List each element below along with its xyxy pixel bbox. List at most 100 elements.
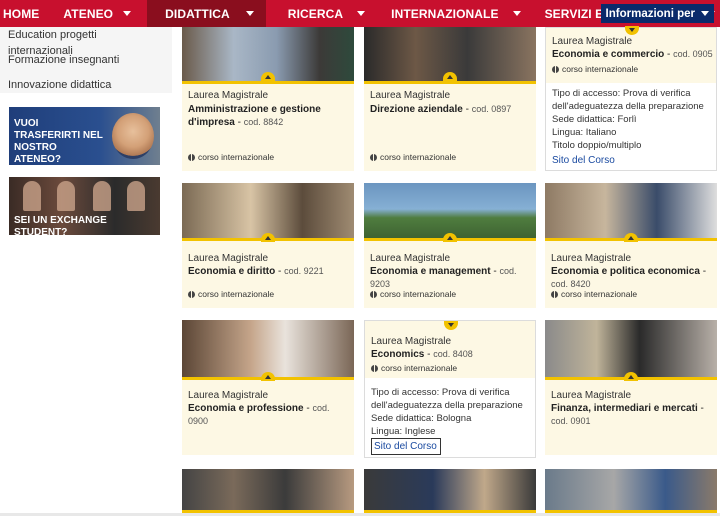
course-name: Amministrazione e gestione d'impresa - c…: [188, 104, 321, 128]
globe-icon: [370, 290, 377, 298]
course-name: Finanza, intermediari e mercati - cod. 0…: [551, 403, 704, 426]
chevron-down-icon: [245, 11, 254, 16]
course-title: Economics: [371, 349, 425, 360]
chevron-up-icon[interactable]: [624, 233, 638, 242]
international-badge: corso internazionale: [370, 152, 456, 162]
banner-trasferimento[interactable]: VUOI TRASFERIRTI NEL NOSTRO ATENEO?: [9, 107, 160, 165]
chevron-up-icon[interactable]: [261, 72, 275, 81]
course-photo: [182, 320, 354, 380]
globe-icon: [370, 153, 377, 161]
course-photo: [545, 320, 717, 380]
course-details: Tipo di accesso: Prova di verifica dell'…: [552, 87, 716, 152]
sito-del-corso-link[interactable]: Sito del Corso: [552, 155, 615, 166]
international-label: corso internazionale: [198, 152, 275, 162]
chevron-up-icon[interactable]: [261, 372, 275, 381]
course-code: cod. 0897: [471, 104, 512, 114]
course-name: Direzione aziendale - cod. 0897: [370, 104, 512, 115]
chevron-down-icon: [357, 11, 366, 16]
course-card[interactable]: Laurea Magistrale Economia e management …: [364, 183, 536, 308]
course-card[interactable]: Laurea Magistrale Direzione aziendale - …: [364, 27, 536, 171]
international-label: corso internazionale: [380, 152, 457, 162]
lingua: Lingua: Italiano: [552, 127, 617, 138]
course-card-expanded[interactable]: Laurea Magistrale Economics - cod. 8408 …: [364, 320, 536, 458]
sidebar-item-label: Formazione insegnanti: [8, 54, 120, 66]
sidebar: Education progetti internazionali Formaz…: [0, 27, 172, 238]
nav-didattica[interactable]: DIDATTICA: [147, 0, 266, 27]
course-card[interactable]: Laurea Magistrale Amministrazione e gest…: [182, 27, 354, 171]
course-name: Economia e professione - cod. 0900: [188, 403, 330, 426]
course-name: Economia e diritto - cod. 9221: [188, 266, 324, 277]
international-badge: corso internazionale: [370, 289, 456, 299]
banner-photo: [93, 181, 111, 211]
banner-trasferimento-text: VUOI TRASFERIRTI NEL NOSTRO ATENEO?: [14, 118, 103, 165]
sidebar-item-label: Innovazione didattica: [8, 79, 112, 91]
course-title: Finanza, intermediari e mercati: [551, 403, 698, 414]
course-code: cod. 0905: [673, 49, 713, 59]
international-label: corso internazionale: [381, 363, 458, 373]
course-card[interactable]: Laurea Magistrale Economia e politica ec…: [545, 183, 717, 308]
banner-exchange-text: SEI UN EXCHANGE STUDENT?: [14, 215, 107, 238]
banner-exchange[interactable]: SEI UN EXCHANGE STUDENT?: [9, 177, 160, 238]
nav-home[interactable]: HOME: [0, 0, 53, 27]
titolo: Titolo doppio/multiplo: [552, 140, 642, 151]
sito-del-corso-link[interactable]: Sito del Corso: [371, 438, 441, 455]
banner-photo: [112, 113, 154, 159]
chevron-up-icon[interactable]: [261, 233, 275, 242]
nav-ricerca[interactable]: RICERCA: [266, 0, 379, 27]
international-label: corso internazionale: [561, 289, 638, 299]
chevron-up-icon[interactable]: [443, 72, 457, 81]
international-badge: corso internazionale: [188, 152, 274, 162]
course-type: Laurea Magistrale: [552, 36, 633, 47]
course-type: Laurea Magistrale: [370, 253, 451, 264]
banner-photo: [23, 181, 41, 211]
course-photo: [364, 469, 536, 513]
course-name: Economia e commercio - cod. 0905: [552, 49, 713, 60]
international-label: corso internazionale: [198, 289, 275, 299]
banner-photo: [57, 181, 75, 211]
globe-icon: [551, 290, 558, 298]
course-type: Laurea Magistrale: [188, 390, 269, 401]
nav-didattica-label: DIDATTICA: [165, 6, 230, 21]
course-name: Economia e politica economica - cod. 842…: [551, 266, 707, 289]
banner-photo: [127, 181, 145, 211]
course-type: Laurea Magistrale: [371, 336, 452, 347]
course-type: Laurea Magistrale: [551, 253, 632, 264]
course-photo: [182, 469, 354, 513]
course-card-expanded[interactable]: Laurea Magistrale Economia e commercio -…: [545, 26, 717, 171]
course-card[interactable]: Laurea Magistrale Finanza, intermediari …: [545, 320, 717, 455]
nav-ateneo[interactable]: ATENEO: [53, 0, 147, 27]
course-title: Direzione aziendale: [370, 104, 463, 115]
course-code: cod. 8842: [243, 117, 284, 127]
sidebar-item-education[interactable]: Education progetti internazionali: [0, 27, 172, 57]
international-label: corso internazionale: [380, 289, 457, 299]
globe-icon: [552, 65, 559, 73]
chevron-down-icon: [123, 11, 132, 16]
course-title: Economia e commercio: [552, 49, 665, 60]
course-type: Laurea Magistrale: [188, 90, 269, 101]
course-code: cod. 9221: [284, 266, 324, 276]
course-title: Economia e professione: [188, 403, 304, 414]
chevron-up-icon[interactable]: [624, 372, 638, 381]
course-type: Laurea Magistrale: [370, 90, 451, 101]
main-nav: HOME ATENEO DIDATTICA RICERCA INTERNAZIO…: [0, 0, 720, 27]
course-code: cod. 0901: [551, 416, 591, 426]
course-name: Economics - cod. 8408: [371, 349, 473, 360]
chevron-up-icon[interactable]: [443, 233, 457, 242]
nav-home-label: HOME: [3, 6, 40, 21]
international-badge: corso internazionale: [188, 289, 274, 299]
chevron-down-icon: [701, 11, 709, 16]
course-type: Laurea Magistrale: [551, 390, 632, 401]
nav-internazionale-label: INTERNAZIONALE: [391, 6, 499, 21]
course-code: cod. 8408: [433, 349, 473, 359]
course-title: Economia e diritto: [188, 266, 276, 277]
informazioni-per-dropdown[interactable]: Informazioni per: [600, 4, 714, 23]
course-card[interactable]: Laurea Magistrale Economia e professione…: [182, 320, 354, 455]
course-card[interactable]: Laurea Magistrale Economia e diritto - c…: [182, 183, 354, 308]
course-title: Economia e politica economica: [551, 266, 700, 277]
globe-icon: [188, 290, 195, 298]
sidebar-item-innovazione[interactable]: Innovazione didattica: [0, 68, 172, 93]
nav-internazionale[interactable]: INTERNAZIONALE: [379, 0, 534, 27]
international-label: corso internazionale: [562, 64, 639, 74]
access-type: Tipo di accesso: Prova di verifica dell'…: [552, 88, 704, 112]
course-photo: [545, 469, 717, 513]
